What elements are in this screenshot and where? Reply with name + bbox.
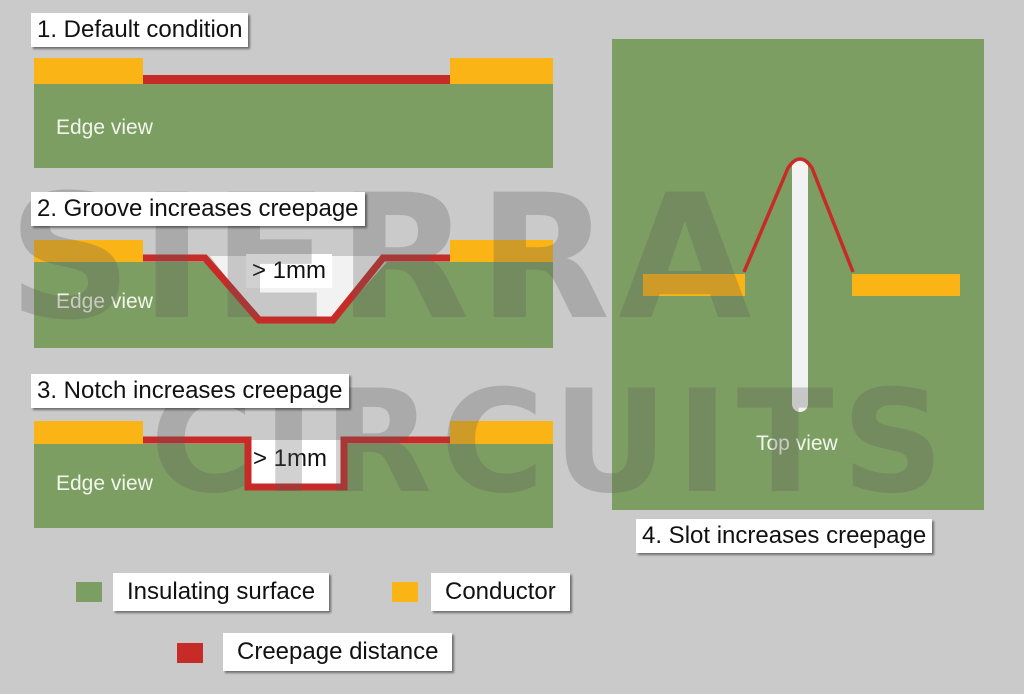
legend-label-creepage: Creepage distance <box>223 633 453 671</box>
panel2-dimension-label: > 1mm <box>246 254 333 288</box>
legend-swatch-creepage <box>177 643 203 663</box>
panel2-title: 2. Groove increases creepage <box>31 192 365 226</box>
panel4-view-label: Top view <box>756 432 838 455</box>
panel4-title: 4. Slot increases creepage <box>636 519 933 553</box>
panel3-dimension-label: > 1mm <box>253 445 328 472</box>
legend-label-conductor: Conductor <box>431 573 570 611</box>
panel3-view-label: Edge view <box>56 472 153 495</box>
legend-swatch-conductor <box>392 582 418 602</box>
legend-swatch-insulating <box>76 582 102 602</box>
legend-label-insulating: Insulating surface <box>113 573 330 611</box>
panel2-view-label: Edge view <box>56 290 153 313</box>
panel3-title: 3. Notch increases creepage <box>31 374 349 408</box>
